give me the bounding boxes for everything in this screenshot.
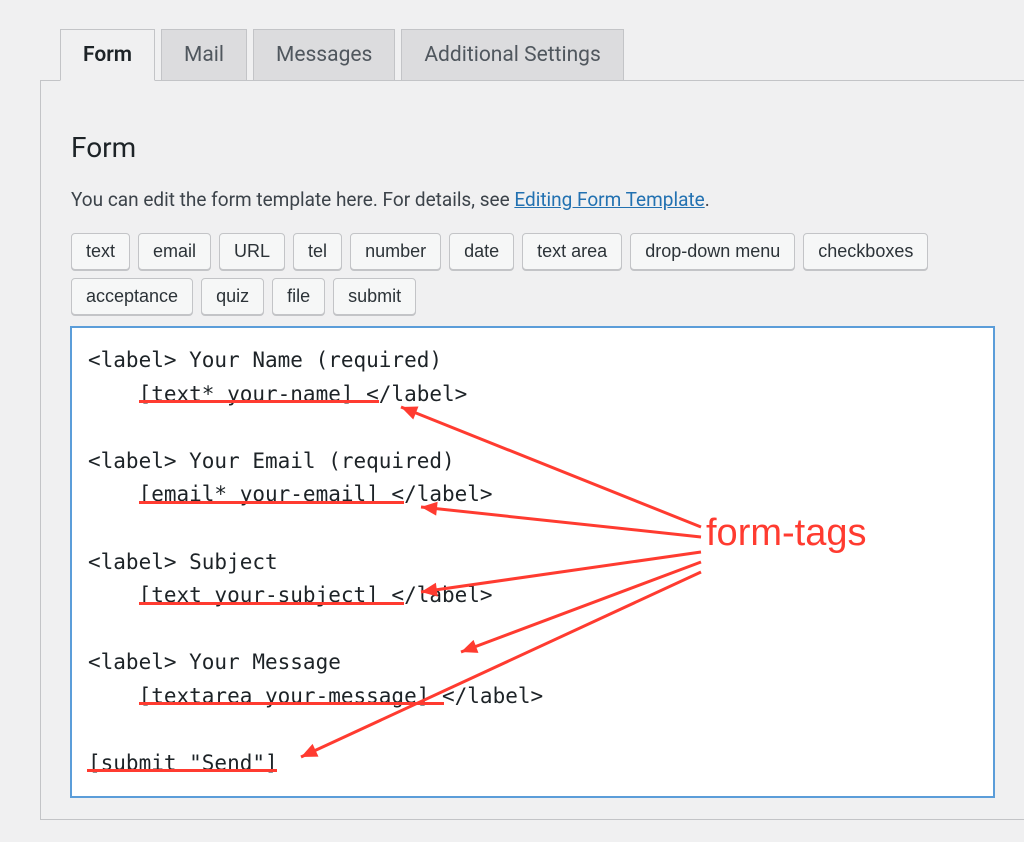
panel-desc-link[interactable]: Editing Form Template (514, 188, 704, 211)
tab-additional-settings[interactable]: Additional Settings (401, 29, 623, 81)
tag-button-number[interactable]: number (350, 233, 441, 270)
tag-button-text-area[interactable]: text area (522, 233, 622, 270)
tag-button-email[interactable]: email (138, 233, 211, 270)
tag-button-text[interactable]: text (71, 233, 130, 270)
tag-button-checkboxes[interactable]: checkboxes (803, 233, 928, 270)
form-panel: Form You can edit the form template here… (40, 80, 1024, 820)
tag-button-row: textemailURLtelnumberdatetext areadrop-d… (71, 233, 994, 315)
panel-title: Form (71, 131, 994, 164)
tag-button-url[interactable]: URL (219, 233, 285, 270)
form-template-editor[interactable] (71, 327, 994, 797)
tag-button-acceptance[interactable]: acceptance (71, 278, 193, 315)
tag-button-file[interactable]: file (272, 278, 325, 315)
panel-description: You can edit the form template here. For… (71, 188, 994, 211)
tag-button-date[interactable]: date (449, 233, 514, 270)
tag-button-quiz[interactable]: quiz (201, 278, 264, 315)
tab-mail[interactable]: Mail (161, 29, 247, 81)
panel-desc-post: . (705, 188, 710, 211)
tag-button-drop-down-menu[interactable]: drop-down menu (630, 233, 795, 270)
tab-messages[interactable]: Messages (253, 29, 395, 81)
tab-form[interactable]: Form (60, 29, 155, 81)
panel-desc-pre: You can edit the form template here. For… (71, 188, 514, 211)
tag-button-submit[interactable]: submit (333, 278, 416, 315)
tag-button-tel[interactable]: tel (293, 233, 342, 270)
tab-bar: FormMailMessagesAdditional Settings (40, 0, 1024, 80)
editor-wrap: form-tags (71, 327, 994, 801)
